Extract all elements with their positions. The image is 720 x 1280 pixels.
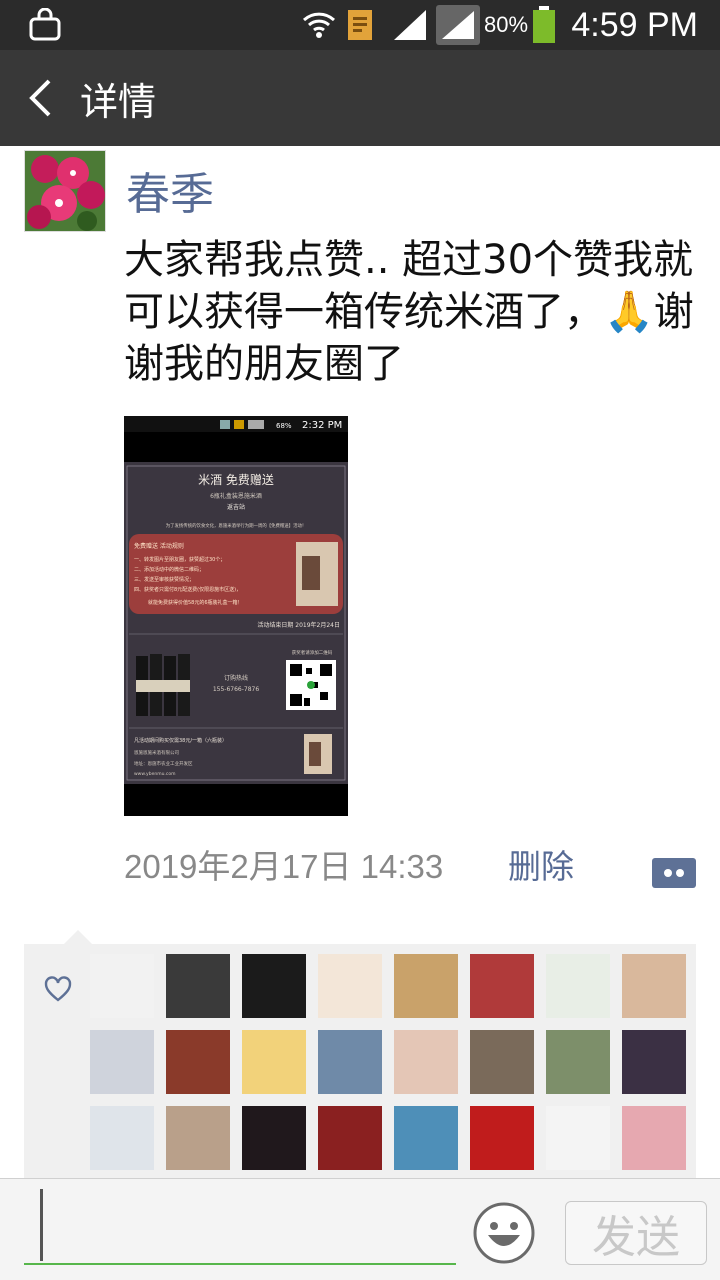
shopping-bag-icon	[28, 0, 62, 50]
likes-panel	[24, 930, 696, 1180]
like-avatar[interactable]	[242, 954, 306, 1018]
like-avatar[interactable]	[166, 1106, 230, 1170]
hotline-label: 订购热线	[224, 674, 248, 682]
footer-line3: 地址：恩施市农业工业开发区	[134, 760, 193, 767]
send-button[interactable]: 发送	[565, 1201, 707, 1265]
status-time: 4:59 PM	[571, 5, 698, 44]
more-dots-icon	[644, 868, 684, 878]
author-avatar[interactable]	[24, 150, 106, 232]
like-avatar[interactable]	[546, 1106, 610, 1170]
like-avatar[interactable]	[166, 954, 230, 1018]
poster-title: 米酒 免费赠送	[198, 472, 274, 487]
rule-item: 三、发送至审核获赞情况；	[134, 576, 194, 583]
like-avatar[interactable]	[394, 954, 458, 1018]
page-title: 详情	[80, 79, 157, 124]
post-text: 大家帮我点赞.. 超过30个赞我就可以获得一箱传统米酒了，🙏谢谢我的朋友圈了	[124, 237, 694, 387]
signal-strength-icon	[436, 0, 480, 50]
status-bar: 80% 4:59 PM	[0, 0, 720, 50]
footer-line1: 凡活动期间购买仅需38元/一箱（六瓶装）	[134, 737, 227, 744]
like-avatar[interactable]	[622, 1106, 686, 1170]
like-avatar[interactable]	[166, 1030, 230, 1094]
like-avatar[interactable]	[546, 1030, 610, 1094]
like-avatar[interactable]	[470, 1030, 534, 1094]
heart-outline-icon	[44, 976, 72, 1002]
comment-input-bar: 发送	[0, 1178, 720, 1280]
rule-item: 二、添加活动中的微信二维码；	[134, 566, 204, 573]
image-status-battery: 68%	[276, 422, 292, 430]
like-avatar[interactable]	[470, 1106, 534, 1170]
like-avatar[interactable]	[318, 1030, 382, 1094]
text-caret	[40, 1189, 43, 1261]
emoji-button[interactable]	[472, 1201, 536, 1265]
like-avatar[interactable]	[394, 1030, 458, 1094]
comment-button[interactable]	[644, 858, 696, 888]
author-name[interactable]: 春季	[126, 158, 214, 222]
qr-label: 获奖者请添加二维码	[292, 649, 333, 656]
like-avatar[interactable]	[546, 954, 610, 1018]
poster-intro: 为了发扬传统的饮食文化，恩施米酒举行为期一周的【免费赠送】活动！	[166, 522, 307, 529]
rule-item: 一、转发图片至朋友圈，获赞超过30个；	[134, 556, 225, 563]
like-avatar[interactable]	[394, 1106, 458, 1170]
like-avatar[interactable]	[622, 1030, 686, 1094]
post-timestamp: 2019年2月17日 14:33	[124, 848, 444, 885]
like-avatar[interactable]	[470, 954, 534, 1018]
like-avatar[interactable]	[318, 1106, 382, 1170]
chevron-left-icon	[29, 79, 51, 117]
post-image[interactable]: 2:32 PM 68% 米酒 免费赠送 6瓶礼盒装恩施米酒 返吉站 为了发扬传统…	[124, 416, 348, 816]
poster-deadline: 活动结束日期 2019年2月24日	[257, 621, 340, 629]
document-icon	[346, 0, 374, 50]
rule-item: 四、获奖者只需付8元配送费(仅限恩施市区送)，	[134, 586, 241, 593]
like-avatar[interactable]	[318, 954, 382, 1018]
likes-panel-notch	[64, 930, 92, 944]
like-avatar[interactable]	[622, 954, 686, 1018]
wifi-icon	[302, 0, 336, 50]
rules-title: 免费赠送 活动规则	[134, 542, 184, 550]
signal-icon	[392, 0, 428, 50]
like-avatar[interactable]	[90, 954, 154, 1018]
rule-item: 就能免费获得价值58元的6瓶装礼盒一箱！	[148, 599, 243, 606]
image-status-time: 2:32 PM	[302, 420, 342, 431]
like-avatar[interactable]	[90, 1030, 154, 1094]
poster-subtitle: 6瓶礼盒装恩施米酒	[210, 492, 262, 500]
hotline: 155-6766-7876	[213, 686, 260, 693]
qr-code	[286, 660, 336, 710]
footer-line4: www.ybenmu.com	[134, 771, 175, 777]
battery-percent: 80%	[484, 12, 529, 37]
like-avatar[interactable]	[242, 1106, 306, 1170]
emoji-smile-icon	[473, 1202, 535, 1264]
title-bar: 详情	[0, 50, 720, 146]
footer-line2: 恩施恩施米酒有限公司	[134, 749, 179, 756]
like-avatar[interactable]	[90, 1106, 154, 1170]
poster-tag: 返吉站	[227, 503, 245, 511]
comment-input[interactable]	[24, 1187, 456, 1265]
delete-link[interactable]: 删除	[508, 840, 574, 888]
battery-icon	[532, 0, 556, 50]
back-button[interactable]	[18, 72, 62, 124]
like-avatar[interactable]	[242, 1030, 306, 1094]
